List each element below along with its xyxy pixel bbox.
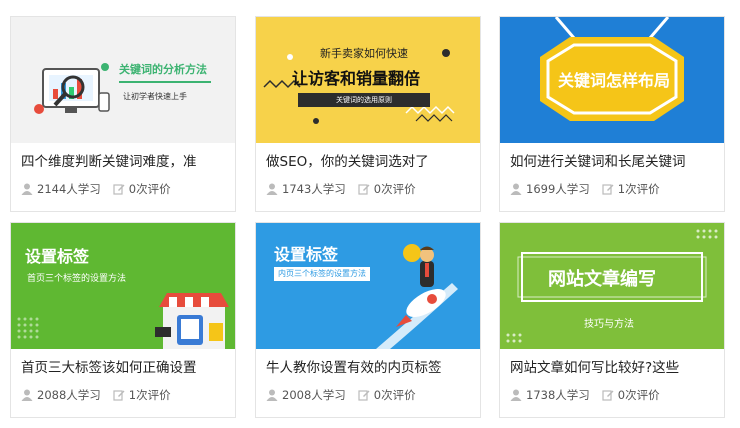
- student-count: 2144人学习: [37, 182, 101, 196]
- course-card[interactable]: 新手卖家如何快速 让访客和销量翻倍 关键词的选用原则 做SEO，你的关键词选对了…: [255, 16, 481, 212]
- thumbnail-subtitle: 让初学者快速上手: [123, 92, 187, 101]
- review-count: 0次评价: [373, 388, 416, 402]
- student-count: 2088人学习: [37, 388, 101, 402]
- edit-icon: [358, 184, 370, 195]
- course-meta: 1738人学习 0次评价: [510, 387, 660, 403]
- shop-illustration: [17, 293, 229, 349]
- course-meta: 1699人学习 1次评价: [510, 181, 660, 197]
- course-meta: 1743人学习 0次评价: [266, 181, 416, 197]
- thumbnail-headline: 关键词怎样布局: [558, 71, 671, 90]
- student-count: 1743人学习: [282, 182, 346, 196]
- course-thumbnail[interactable]: 关键词怎样布局: [500, 17, 724, 143]
- course-meta: 2008人学习 0次评价: [266, 387, 416, 403]
- thumbnail-headline: 设置标签: [274, 245, 339, 264]
- person-icon: [266, 183, 278, 195]
- divider-line: [119, 81, 211, 83]
- course-card[interactable]: 设置标签 内页三个标签的设置方法 牛人教你设置有效的内页标签 2008人学习 0…: [255, 222, 481, 418]
- course-title[interactable]: 首页三大标签该如何正确设置: [21, 356, 226, 376]
- review-count: 0次评价: [128, 182, 171, 196]
- review-count: 0次评价: [617, 388, 660, 402]
- course-title[interactable]: 牛人教你设置有效的内页标签: [266, 356, 471, 376]
- person-icon: [510, 183, 522, 195]
- course-card[interactable]: 关键词怎样布局 如何进行关键词和长尾关键词 1699人学习 1次评价: [499, 16, 725, 212]
- course-meta: 2088人学习 1次评价: [21, 387, 171, 403]
- edit-icon: [113, 390, 125, 401]
- course-card[interactable]: 网站文章编写 技巧与方法 网站文章如何写比较好?这些 1738人学习 0次评价: [499, 222, 725, 418]
- person-icon: [21, 389, 33, 401]
- course-thumbnail[interactable]: 新手卖家如何快速 让访客和销量翻倍 关键词的选用原则: [256, 17, 480, 143]
- analytics-illustration: [34, 63, 110, 114]
- thumbnail-headline: 让访客和销量翻倍: [292, 69, 421, 88]
- edit-icon: [113, 184, 125, 195]
- edit-icon: [358, 390, 370, 401]
- course-title[interactable]: 四个维度判断关键词难度，准: [21, 150, 226, 170]
- student-count: 1699人学习: [526, 182, 590, 196]
- course-card[interactable]: 关键词的分析方法 让初学者快速上手 四个维度判断关键词难度，准 2144人学习 …: [10, 16, 236, 212]
- course-meta: 2144人学习 0次评价: [21, 181, 171, 197]
- course-thumbnail[interactable]: 设置标签 首页三个标签的设置方法: [11, 223, 235, 349]
- review-count: 0次评价: [373, 182, 416, 196]
- thumbnail-subtitle: 技巧与方法: [584, 319, 634, 330]
- person-icon: [266, 389, 278, 401]
- student-count: 1738人学习: [526, 388, 590, 402]
- thumbnail-subtitle: 内页三个标签的设置方法: [274, 267, 370, 281]
- edit-icon: [602, 184, 614, 195]
- student-count: 2008人学习: [282, 388, 346, 402]
- course-title[interactable]: 如何进行关键词和长尾关键词: [510, 150, 715, 170]
- thumbnail-top-line: 新手卖家如何快速: [320, 47, 408, 60]
- course-thumbnail[interactable]: 设置标签 内页三个标签的设置方法: [256, 223, 480, 349]
- person-icon: [510, 389, 522, 401]
- thumbnail-headline: 设置标签: [25, 247, 90, 266]
- thumbnail-subtitle: 关键词的选用原则: [298, 93, 430, 107]
- course-thumbnail[interactable]: 关键词的分析方法 让初学者快速上手: [11, 17, 235, 143]
- course-card[interactable]: 设置标签 首页三个标签的设置方法 首页三大标签该如何正确设置 2088人学习 1…: [10, 222, 236, 418]
- edit-icon: [602, 390, 614, 401]
- thumbnail-subtitle: 首页三个标签的设置方法: [27, 274, 127, 284]
- thumbnail-headline: 关键词的分析方法: [119, 63, 207, 76]
- course-title[interactable]: 网站文章如何写比较好?这些: [510, 356, 715, 376]
- review-count: 1次评价: [617, 182, 660, 196]
- course-title[interactable]: 做SEO，你的关键词选对了: [266, 150, 471, 170]
- thumbnail-headline: 网站文章编写: [548, 269, 656, 290]
- course-thumbnail[interactable]: 网站文章编写 技巧与方法: [500, 223, 724, 349]
- person-icon: [21, 183, 33, 195]
- review-count: 1次评价: [128, 388, 171, 402]
